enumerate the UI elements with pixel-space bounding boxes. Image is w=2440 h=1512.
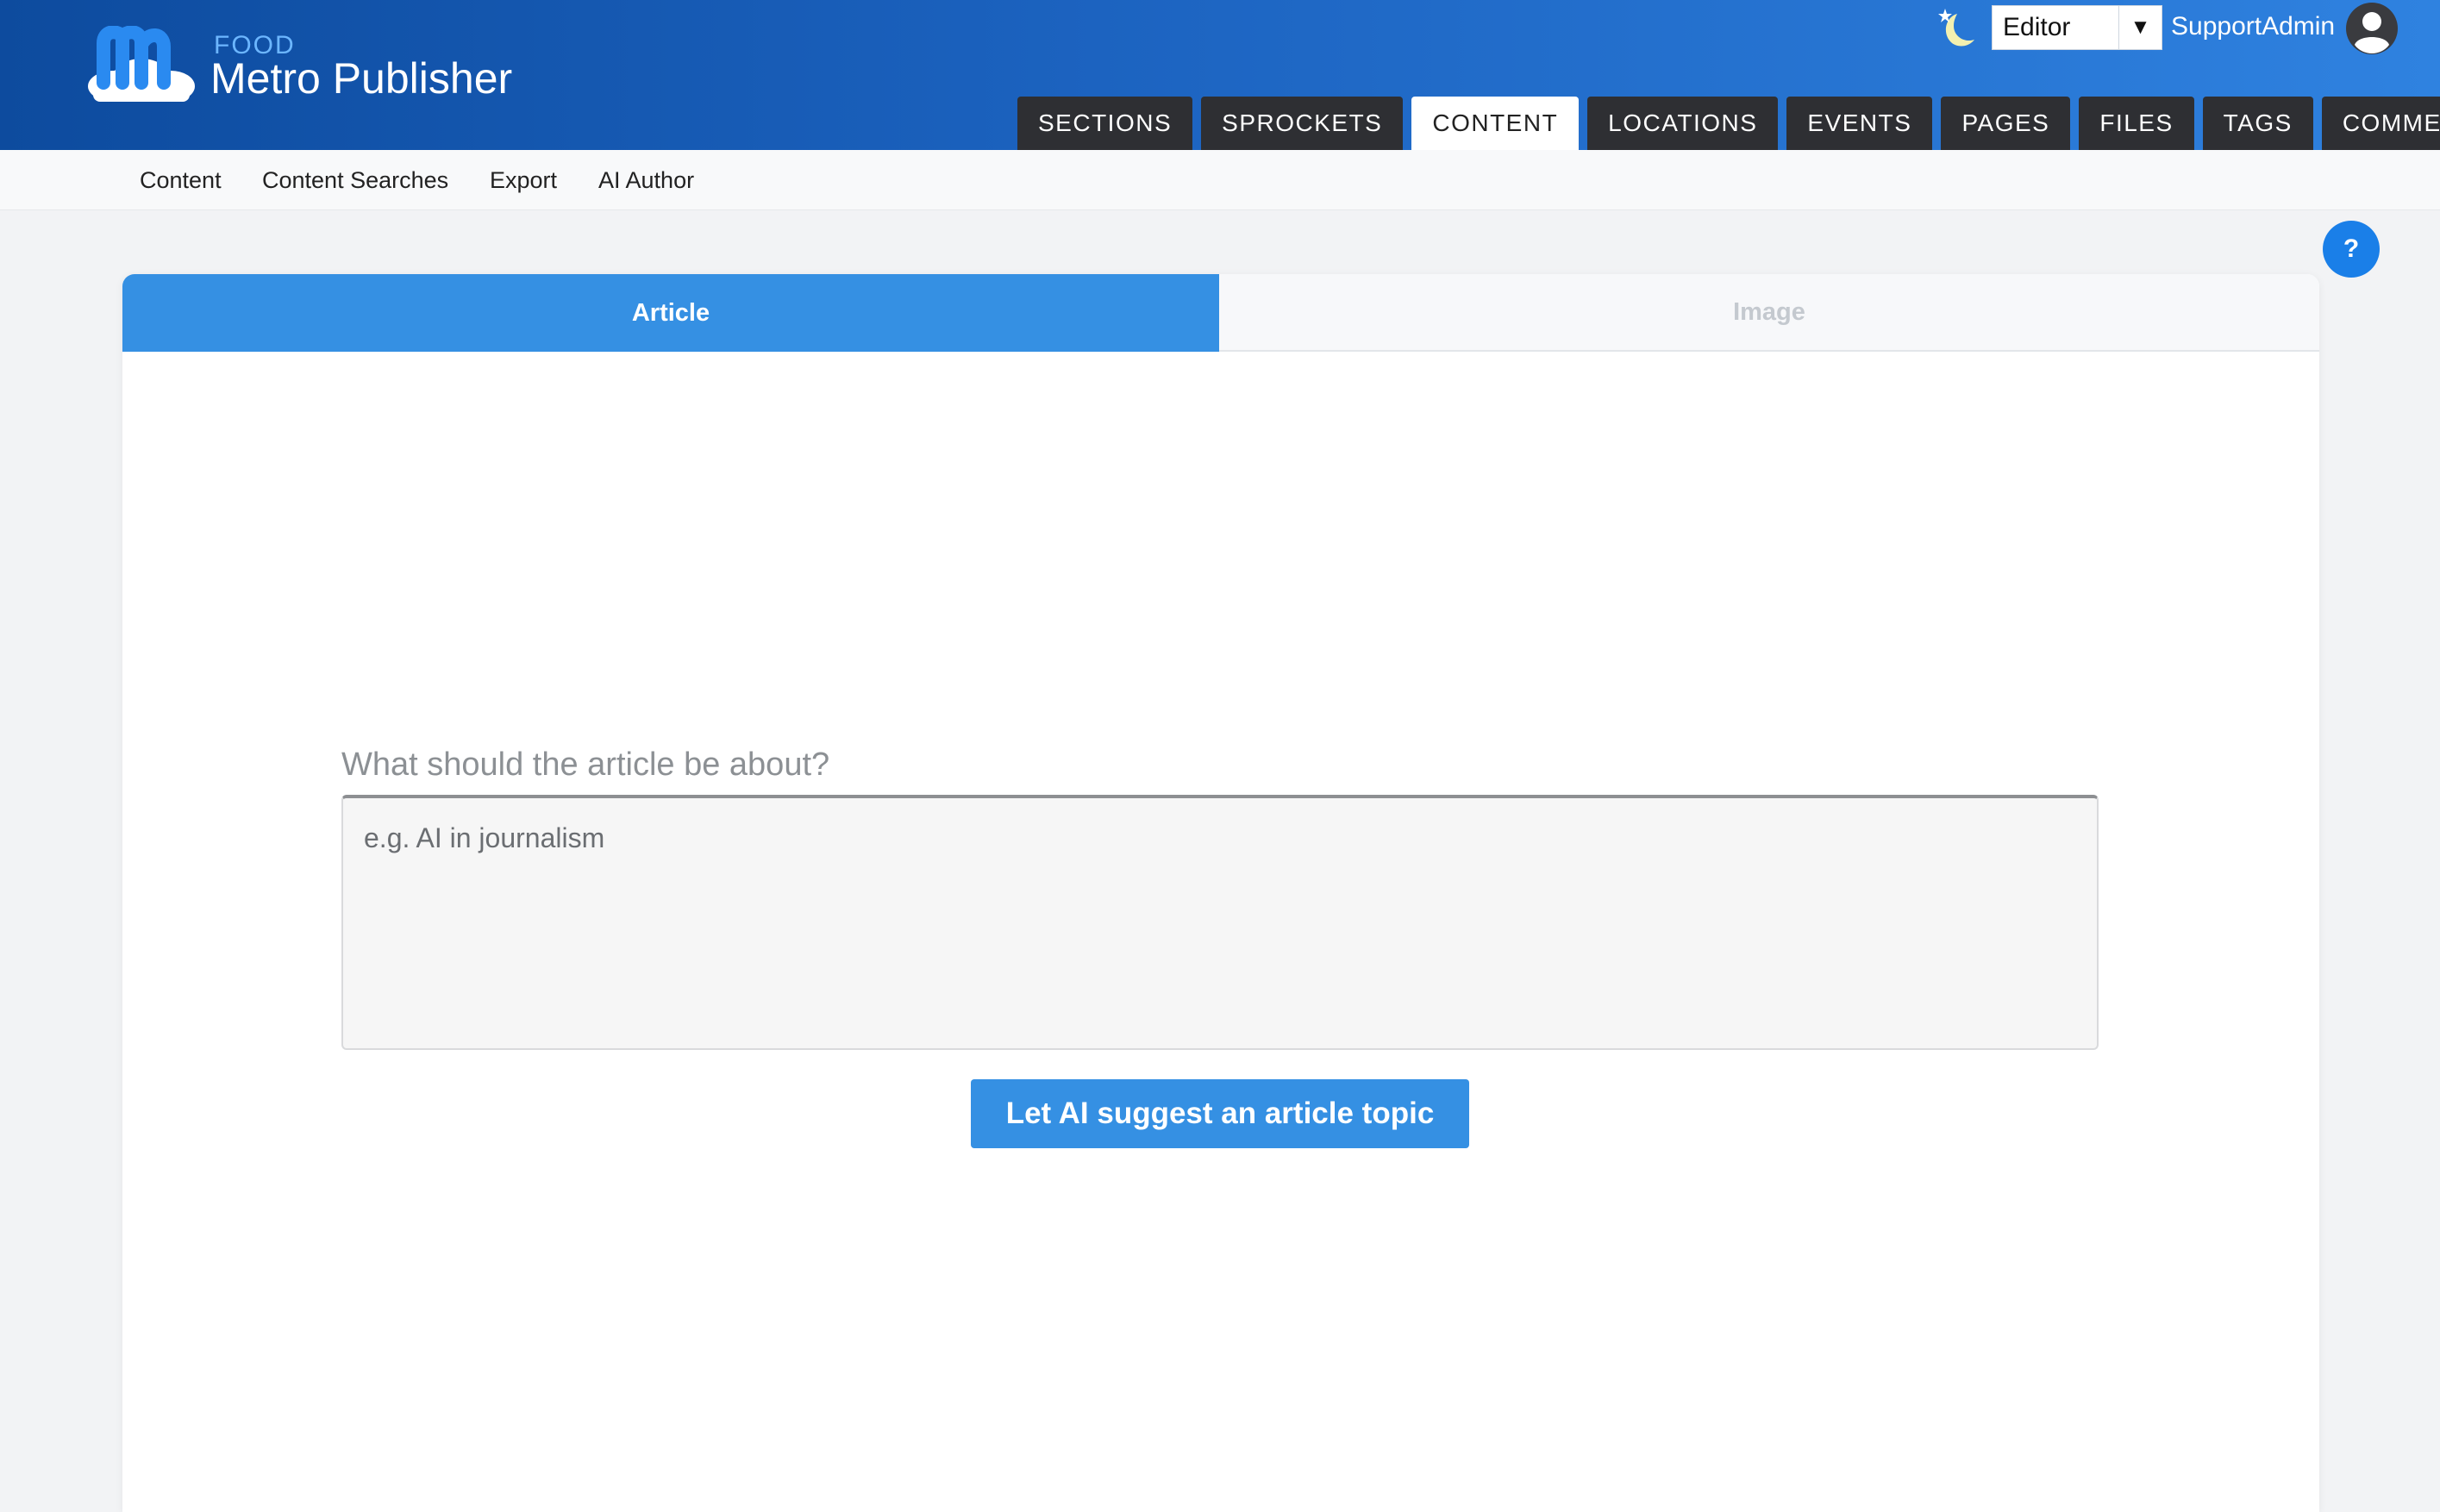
product-name: Metro Publisher [210, 54, 513, 103]
subnav-content[interactable]: Content [140, 167, 222, 194]
moon-star-icon[interactable] [1931, 5, 1976, 53]
tab-sections[interactable]: SECTIONS [1017, 97, 1193, 150]
suggest-topic-button[interactable]: Let AI suggest an article topic [971, 1079, 1469, 1148]
subnav-content-searches[interactable]: Content Searches [262, 167, 448, 194]
tab-tags[interactable]: TAGS [2202, 97, 2313, 150]
app-header: FOOD Metro Publisher Editor ▼ SupportAdm… [0, 0, 2440, 150]
tab-content[interactable]: CONTENT [1411, 97, 1580, 150]
tab-comments[interactable]: COMMENTS [2321, 97, 2440, 150]
subnav-export[interactable]: Export [490, 167, 557, 194]
dropdown-arrow-icon[interactable]: ▼ [2118, 6, 2162, 49]
subnav-ai-author[interactable]: AI Author [598, 167, 694, 194]
username-link[interactable]: SupportAdmin [2171, 12, 2335, 41]
tab-files[interactable]: FILES [2079, 97, 2194, 150]
card-tabs: Article Image [122, 274, 2319, 352]
topic-input[interactable] [341, 795, 2099, 1050]
tab-events[interactable]: EVENTS [1786, 97, 1933, 150]
user-avatar-icon[interactable] [2345, 2, 2399, 55]
tab-image[interactable]: Image [1219, 274, 2319, 352]
metro-publisher-logo-icon[interactable] [84, 26, 197, 105]
tab-pages[interactable]: PAGES [1941, 97, 2071, 150]
tab-article[interactable]: Article [122, 274, 1219, 352]
topic-question-label: What should the article be about? [341, 747, 830, 783]
tab-locations[interactable]: LOCATIONS [1587, 97, 1779, 150]
ai-author-card: Article Image What should the article be… [122, 274, 2319, 1512]
role-select[interactable]: Editor ▼ [1992, 5, 2162, 50]
help-button[interactable]: ? [2323, 221, 2380, 278]
tab-sprockets[interactable]: SPROCKETS [1201, 97, 1404, 150]
main-nav-tabs: SECTIONS SPROCKETS CONTENT LOCATIONS EVE… [1017, 97, 2440, 150]
sub-nav: Content Content Searches Export AI Autho… [0, 150, 2440, 210]
role-select-value: Editor [2003, 13, 2071, 41]
